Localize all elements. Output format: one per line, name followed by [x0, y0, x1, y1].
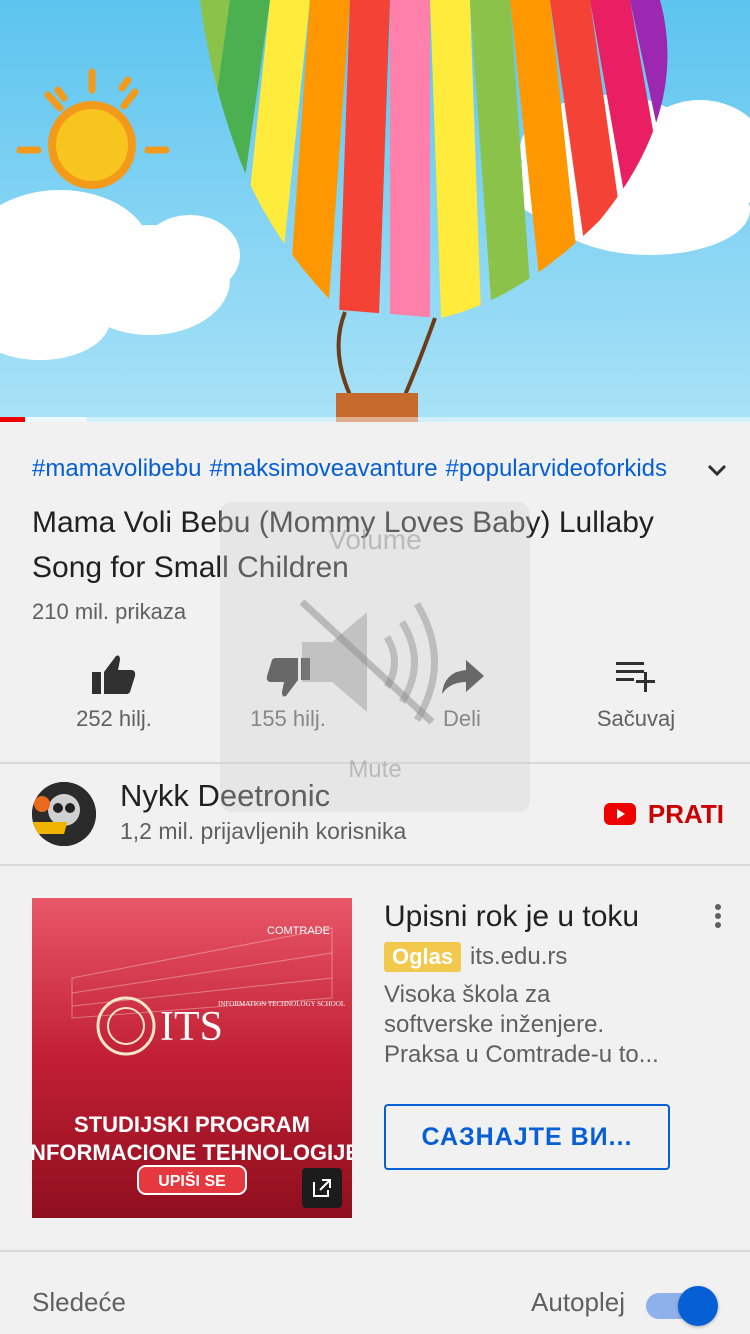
- thumb-up-icon: [92, 655, 136, 694]
- ad-description-line: Visoka škola za: [384, 981, 551, 1008]
- ad-domain: its.edu.rs: [470, 943, 568, 970]
- ad-description-line: softverske inženjere.: [384, 1011, 605, 1038]
- open-in-new-icon: [313, 1179, 331, 1197]
- svg-text:STUDIJSKI PROGRAM: STUDIJSKI PROGRAM: [74, 1112, 310, 1137]
- hashtag-link[interactable]: #popularvideoforkids: [446, 455, 667, 482]
- channel-logo-icon: [32, 782, 96, 846]
- svg-text:INFORMACIONE TEHNOLOGIJE: INFORMACIONE TEHNOLOGIJE: [32, 1140, 352, 1165]
- hashtag-link[interactable]: #mamavolibebu: [32, 455, 201, 482]
- volume-title: Volume: [328, 524, 422, 555]
- up-next-label: Sledeće: [32, 1287, 126, 1317]
- ad-title[interactable]: Upisni rok je u toku: [384, 900, 639, 934]
- subscribe-button[interactable]: PRATI: [603, 796, 724, 832]
- svg-text:INFORMATION TECHNOLOGY SCHOOL: INFORMATION TECHNOLOGY SCHOOL: [218, 1000, 345, 1008]
- volume-muted-icon: [299, 599, 438, 725]
- like-count: 252 hilj.: [76, 706, 152, 731]
- volume-overlay: Volume Mute: [220, 502, 530, 812]
- save-label: Sačuvaj: [596, 706, 676, 731]
- ad-menu-button[interactable]: [706, 902, 730, 932]
- open-external-button[interactable]: [302, 1168, 342, 1208]
- svg-text:COMTRADE: COMTRADE: [267, 925, 330, 937]
- hashtag-link[interactable]: #maksimoveavanture: [209, 455, 437, 482]
- svg-text:UPIŠI SE: UPIŠI SE: [158, 1171, 226, 1190]
- like-button[interactable]: 252 hilj.: [27, 646, 201, 746]
- channel-avatar[interactable]: [32, 782, 96, 846]
- subscriber-count: 1,2 mil. prijavljenih korisnika: [120, 818, 407, 844]
- volume-mute-label: Mute: [348, 756, 402, 783]
- expand-description-button[interactable]: [704, 458, 730, 482]
- save-button[interactable]: Sačuvaj: [549, 646, 723, 746]
- autoplay-toggle[interactable]: [646, 1286, 718, 1326]
- svg-text:ITS: ITS: [160, 1004, 223, 1050]
- ad-cta-button[interactable]: САЗНАЈТЕ ВИ...: [384, 1104, 670, 1170]
- subscribe-label: PRATI: [647, 798, 724, 829]
- hashtag-list: #mamavolibebu #maksimoveavanture #popularv…: [32, 455, 675, 483]
- ad-description: Visoka škola za softverske inženjere. Pr…: [384, 980, 684, 1070]
- ad-description-line: Praksa u Comtrade-u to...: [384, 1041, 659, 1068]
- autoplay-label: Autoplej: [531, 1287, 625, 1317]
- more-vert-icon: [715, 904, 721, 928]
- toggle-knob: [678, 1286, 718, 1326]
- chevron-down-icon: [707, 464, 727, 477]
- up-next-bar: Sledeće Autoplej: [0, 1252, 750, 1334]
- playlist-add-icon: [616, 662, 655, 692]
- view-count: 210 mil. prikaza: [32, 599, 187, 624]
- video-player[interactable]: [0, 0, 750, 422]
- video-thumbnail-balloon: [0, 0, 750, 422]
- ad-badge: Oglas: [384, 942, 462, 972]
- youtube-logo-icon: [603, 803, 636, 825]
- ad-card[interactable]: COMTRADE ITS INFORMATION TECHNOLOGY SCHO…: [0, 866, 750, 1250]
